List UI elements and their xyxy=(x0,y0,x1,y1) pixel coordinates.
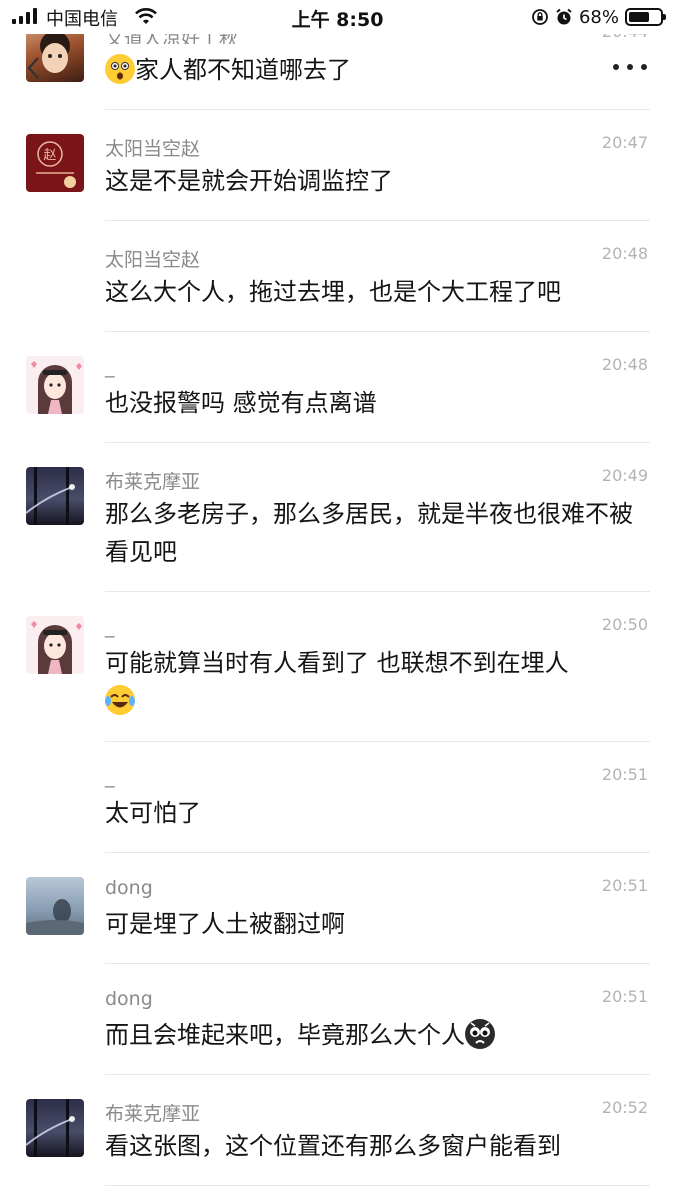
comment-author[interactable]: dong xyxy=(105,877,153,899)
comment-author[interactable]: 布莱克摩亚 xyxy=(105,1099,200,1126)
comment-time: 20:47 xyxy=(601,133,648,152)
comment-time: 20:51 xyxy=(601,876,648,895)
comment-author[interactable]: _ xyxy=(105,766,115,788)
comment-item[interactable]: 太阳当空赵 20:48 这么大个人，拖过去埋，也是个大工程了吧 xyxy=(0,221,675,332)
comment-item[interactable]: dong 20:51 而且会堆起来吧，毕竟那么大个人 xyxy=(0,964,675,1075)
comment-time: 20:50 xyxy=(601,615,648,634)
comment-text: 家人都不知道哪去了 xyxy=(105,51,650,89)
comment-text: 而且会堆起来吧，毕竟那么大个人 xyxy=(105,1016,650,1054)
comment-text-body: 可能就算当时有人看到了 也联想不到在埋人 xyxy=(105,649,569,677)
comment-text: 看这张图，这个位置还有那么多窗户能看到 xyxy=(105,1132,561,1160)
comment-author[interactable]: _ xyxy=(105,616,115,638)
crying-face-emoji xyxy=(465,1019,495,1049)
comment-item[interactable]: 赵 太阳当空赵 20:47 这是不是就会开始调监控了 xyxy=(0,110,675,221)
comment-time: 20:51 xyxy=(601,765,648,784)
avatar[interactable]: 赵 xyxy=(26,134,84,192)
comment-item[interactable]: _ 20:50 可能就算当时有人看到了 也联想不到在埋人 xyxy=(0,592,675,742)
comment-item[interactable]: _ 20:48 也没报警吗 感觉有点离谱 xyxy=(0,332,675,443)
avatar[interactable] xyxy=(26,1099,84,1157)
comment-time: 20:52 xyxy=(601,1098,648,1117)
battery-percent: 68% xyxy=(578,6,619,28)
comment-time: 20:49 xyxy=(601,466,648,485)
comment-text: 可能就算当时有人看到了 也联想不到在埋人 xyxy=(105,644,650,720)
comment-author[interactable]: dong xyxy=(105,988,153,1010)
comment-item[interactable]: _ 20:51 太可怕了 xyxy=(0,742,675,853)
back-icon[interactable] xyxy=(26,56,42,80)
comment-text: 那么多老房子，那么多居民，就是半夜也很难不被看见吧 xyxy=(105,500,633,566)
night-scene-avatar-icon xyxy=(26,467,75,525)
comment-item[interactable]: dong 20:51 可是埋了人土被翻过啊 xyxy=(0,853,675,964)
comment-text: 太可怕了 xyxy=(105,799,201,827)
avatar[interactable] xyxy=(26,467,84,525)
girl-avatar-icon xyxy=(31,621,82,674)
comment-item[interactable]: 布莱克摩亚 20:49 那么多老房子，那么多居民，就是半夜也很难不被看见吧 xyxy=(0,443,675,592)
night-scene-avatar-icon xyxy=(26,1099,75,1157)
shocked-face-emoji xyxy=(105,54,135,84)
battery-icon xyxy=(625,8,666,26)
alarm-icon xyxy=(556,8,572,25)
comment-time: 20:48 xyxy=(601,244,648,263)
avatar[interactable] xyxy=(26,877,84,935)
comment-text-body: 家人都不知道哪去了 xyxy=(135,56,351,84)
comment-text: 这么大个人，拖过去埋，也是个大工程了吧 xyxy=(105,278,561,306)
comment-author[interactable]: _ xyxy=(105,356,115,378)
comment-text: 也没报警吗 感觉有点离谱 xyxy=(105,389,377,417)
comment-author[interactable]: 太阳当空赵 xyxy=(105,134,200,161)
sky-avatar-icon xyxy=(26,899,84,935)
avatar[interactable] xyxy=(26,616,84,674)
comment-text: 这是不是就会开始调监控了 xyxy=(105,167,393,195)
girl-avatar-icon xyxy=(31,361,82,414)
comment-item[interactable]: 布莱克摩亚 20:52 看这张图，这个位置还有那么多窗户能看到 xyxy=(0,1075,675,1200)
seal-icon: 赵 xyxy=(36,141,76,188)
battery-level-fill xyxy=(629,12,649,22)
status-bar: 中国电信 上午 8:50 68% xyxy=(0,0,675,34)
orientation-lock-icon xyxy=(532,9,548,25)
comment-text: 可是埋了人土被翻过啊 xyxy=(105,910,345,938)
comment-text-body: 而且会堆起来吧，毕竟那么大个人 xyxy=(105,1021,465,1049)
comment-time: 20:51 xyxy=(601,987,648,1006)
divider xyxy=(105,1185,650,1186)
comment-time: 20:48 xyxy=(601,355,648,374)
svg-text:赵: 赵 xyxy=(43,148,56,163)
more-options-button[interactable] xyxy=(613,60,647,74)
laughing-tears-emoji xyxy=(105,685,135,715)
comment-author[interactable]: 太阳当空赵 xyxy=(105,245,200,272)
avatar[interactable] xyxy=(26,356,84,414)
comment-author[interactable]: 布莱克摩亚 xyxy=(105,467,200,494)
